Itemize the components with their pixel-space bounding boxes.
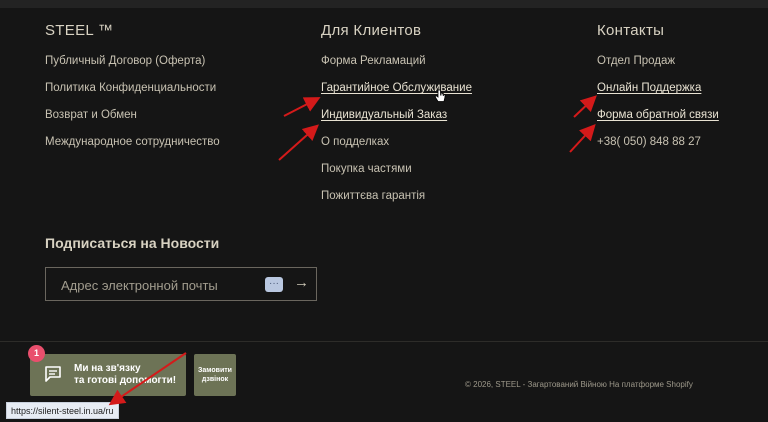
- autofill-dots-icon[interactable]: ···: [265, 277, 283, 292]
- link-online-support[interactable]: Онлайн Поддержка: [597, 81, 719, 108]
- link-international[interactable]: Международное сотрудничество: [45, 135, 220, 162]
- link-phone[interactable]: +38( 050) 848 88 27: [597, 135, 719, 162]
- hand-cursor-icon: [434, 89, 446, 102]
- chat-widget-button[interactable]: Ми на зв'язку та готові допомогти!: [30, 354, 186, 396]
- callback-line-1: Замовити: [198, 367, 232, 374]
- email-placeholder: Адрес электронной почты: [61, 278, 218, 293]
- footer-column-contacts: Контакты Отдел Продаж Онлайн Поддержка Ф…: [597, 22, 719, 162]
- newsletter-title: Подписаться на Новости: [45, 235, 220, 251]
- link-installments[interactable]: Покупка частями: [321, 162, 472, 189]
- callback-button[interactable]: Замовити дзвінок: [194, 354, 236, 396]
- link-warranty-service[interactable]: Гарантийное Обслуживание: [321, 81, 472, 108]
- chat-line-1: Ми на зв'язку: [74, 363, 141, 374]
- footer-column-clients: Для Клиентов Форма Рекламаций Гарантийно…: [321, 22, 472, 216]
- link-public-offer[interactable]: Публичный Договор (Оферта): [45, 54, 220, 81]
- annotation-arrow-feedback: [569, 124, 596, 153]
- annotation-arrow-online-support: [573, 95, 597, 118]
- column-title-contacts: Контакты: [597, 22, 665, 39]
- notification-badge: 1: [28, 345, 45, 362]
- link-returns[interactable]: Возврат и Обмен: [45, 108, 220, 135]
- link-sales-department[interactable]: Отдел Продаж: [597, 54, 719, 81]
- chat-widget-text: Ми на зв'язку та готові допомогти!: [74, 363, 176, 387]
- link-lifetime-warranty[interactable]: Пожиттєва гарантія: [321, 189, 472, 216]
- column-title-brand: STEEL ™: [45, 22, 114, 39]
- column-title-clients: Для Клиентов: [321, 22, 422, 39]
- footer-divider: [0, 341, 768, 342]
- submit-arrow-icon[interactable]: →: [294, 274, 309, 291]
- annotation-arrow-custom-order: [278, 124, 319, 161]
- copyright-text: © 2026, STEEL - Загартований Війною На п…: [465, 380, 693, 389]
- footer-column-brand: STEEL ™ Публичный Договор (Оферта) Полит…: [45, 22, 220, 162]
- link-feedback-form[interactable]: Форма обратной связи: [597, 108, 719, 135]
- link-custom-order[interactable]: Индивидуальный Заказ: [321, 108, 472, 135]
- window-top-edge: [0, 0, 768, 8]
- link-counterfeits[interactable]: О подделках: [321, 135, 472, 162]
- chat-bubble-icon: [45, 366, 61, 382]
- chat-line-2: та готові допомогти!: [74, 375, 177, 386]
- callback-line-2: дзвінок: [201, 376, 229, 383]
- status-bar-url: https://silent-steel.in.ua/ru: [6, 402, 119, 419]
- email-field[interactable]: Адрес электронной почты ··· →: [45, 267, 317, 301]
- link-privacy-policy[interactable]: Политика Конфиденциальности: [45, 81, 220, 108]
- link-complaints-form[interactable]: Форма Рекламаций: [321, 54, 472, 81]
- annotation-arrow-warranty: [283, 97, 321, 117]
